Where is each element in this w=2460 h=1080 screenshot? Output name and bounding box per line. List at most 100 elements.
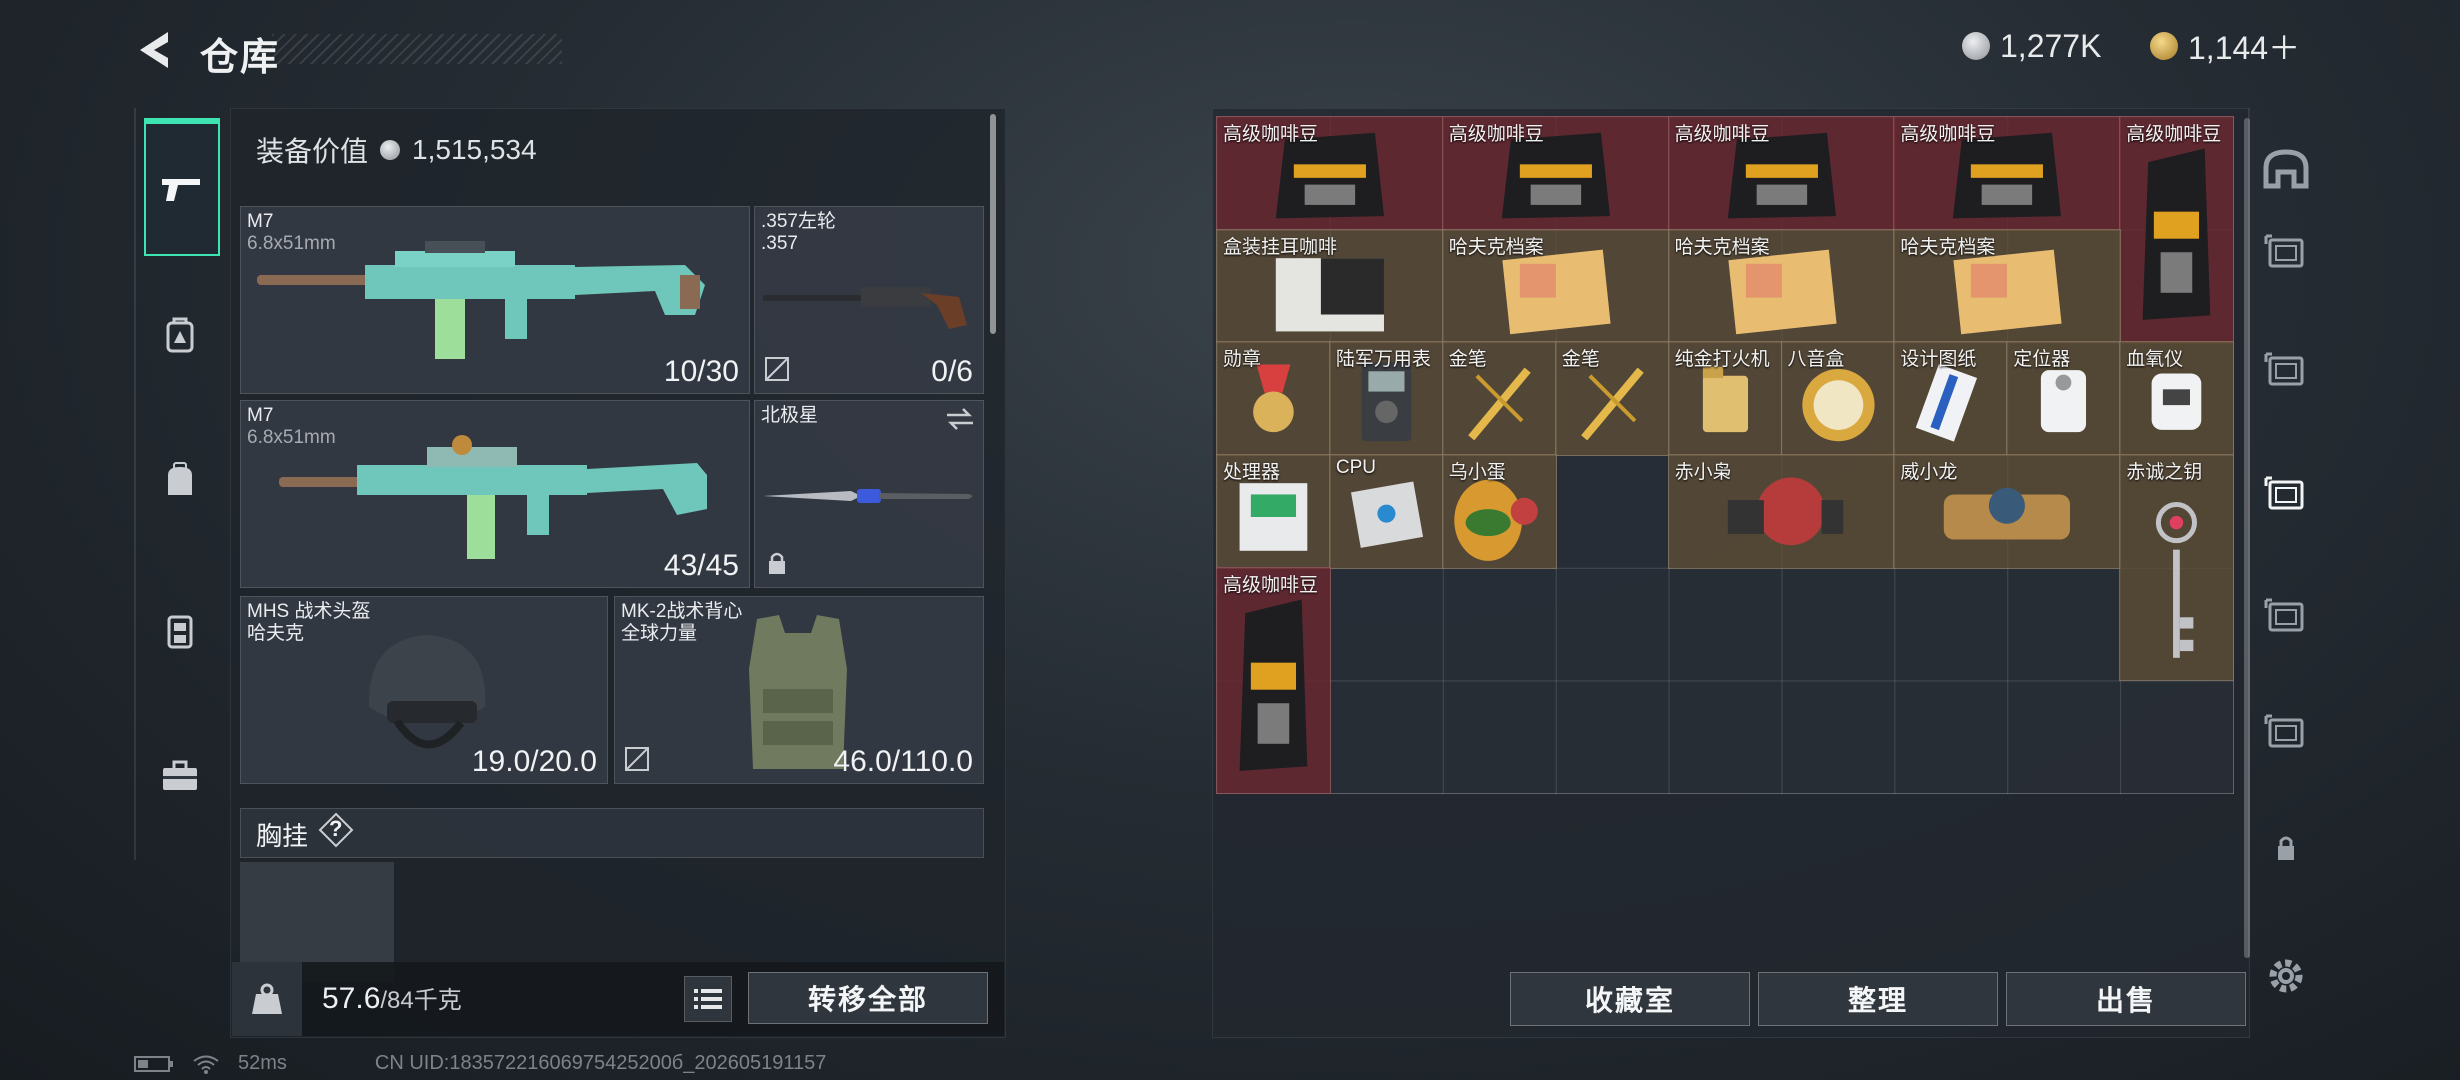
wifi-icon — [193, 1055, 219, 1074]
transfer-all-button[interactable]: 转移全部 — [748, 972, 988, 1024]
item-label: 勋章 — [1223, 349, 1262, 371]
tab-backpack[interactable] — [144, 444, 216, 516]
silver-coin-icon — [1962, 32, 1990, 60]
right-tab-stash-II[interactable] — [2258, 224, 2314, 280]
stash-IV-icon — [2264, 476, 2304, 510]
left-category-tabs — [134, 108, 228, 860]
rifle-icon — [279, 435, 707, 559]
right-tab-stash-IV-b[interactable] — [2258, 704, 2314, 760]
title-decoration — [272, 34, 562, 64]
silver-currency: 1,277K — [1962, 26, 2101, 66]
stash-item[interactable]: 处理器 — [1216, 454, 1331, 569]
helmet-durability: 19.0/20.0 — [471, 745, 597, 778]
item-label: 哈夫克档案 — [1448, 236, 1544, 258]
item-label: 哈夫克档案 — [1674, 236, 1770, 258]
armor-slot[interactable]: MK-2战术背心 全球力量 46.0/110.0 — [614, 596, 984, 784]
stash-item[interactable]: 高级咖啡豆 — [1893, 116, 2122, 231]
back-button[interactable] — [132, 28, 182, 72]
lock-icon — [2278, 836, 2294, 860]
helmet-slot[interactable]: MHS 战术头盔 哈夫克 19.0/20.0 — [240, 596, 608, 784]
armor-name: MK-2战术背心 — [621, 601, 743, 622]
tab-briefcase[interactable] — [144, 740, 216, 812]
stash-item[interactable]: 勋章 — [1216, 341, 1331, 457]
stash-item[interactable]: 设计图纸 — [1893, 341, 2009, 457]
stash-item[interactable]: CPU — [1328, 454, 1444, 569]
stash-item[interactable]: 八音盒 — [1780, 341, 1896, 457]
chest-rig-help-button[interactable]: ? — [318, 812, 354, 848]
stash-item[interactable]: 陆军万用表 — [1328, 341, 1444, 457]
stash-item[interactable]: 定位器 — [2006, 341, 2122, 457]
stash-item[interactable]: 金笔 — [1554, 341, 1670, 457]
stash-item[interactable]: 乌小蛋 — [1441, 454, 1557, 569]
revolver-icon — [763, 287, 967, 329]
item-label: 乌小蛋 — [1448, 462, 1506, 484]
equipment-value-amount: 1,515,534 — [412, 134, 537, 165]
status-bar: 52ms CN UID:18357221606975425200б_202605… — [134, 1052, 826, 1075]
swap-icon[interactable] — [945, 407, 975, 431]
pistol-icon — [162, 179, 200, 201]
gold-coin-icon — [2150, 32, 2178, 60]
tab-weapons[interactable] — [144, 118, 220, 256]
helmet-brand: 哈夫克 — [247, 623, 305, 644]
right-tab-stash-V[interactable] — [2258, 588, 2314, 644]
stash-item[interactable]: 哈夫克档案 — [1667, 228, 1896, 344]
stash-item[interactable]: 威小龙 — [1893, 454, 2122, 569]
equipment-scrollbar[interactable] — [990, 114, 996, 334]
stash-item[interactable]: 纯金打火机 — [1667, 341, 1783, 457]
stash-item[interactable]: 赤小枭 — [1667, 454, 1896, 569]
ammo-count: 43/45 — [663, 549, 739, 582]
current-weight: 57.6 — [322, 982, 381, 1015]
armor-brand: 全球力量 — [621, 623, 698, 644]
briefcase-icon — [163, 760, 197, 790]
stash-item[interactable]: 赤诚之钥 — [2119, 454, 2235, 682]
item-label: 高级咖啡豆 — [1223, 124, 1319, 145]
stash-item[interactable]: 金笔 — [1441, 341, 1557, 457]
chest-rig-label: 胸挂 — [256, 821, 309, 851]
stash-item[interactable]: 哈夫克档案 — [1441, 228, 1670, 344]
weapon-name: .357左轮 — [761, 211, 836, 232]
stash-item[interactable]: 高级咖啡豆 — [1216, 566, 1331, 795]
list-view-button[interactable] — [684, 976, 732, 1022]
item-label: 血氧仪 — [2126, 349, 2184, 371]
tab-rig[interactable] — [144, 594, 216, 666]
right-tab-stash-IV[interactable] — [2258, 466, 2314, 522]
page-title: 仓库 — [200, 37, 281, 79]
stash-item[interactable]: 高级咖啡豆 — [2119, 116, 2235, 344]
list-icon — [694, 989, 722, 1009]
sell-button[interactable]: 出售 — [2006, 972, 2246, 1026]
primary-weapon-slot-2[interactable]: M7 6.8x51mm 43/45 — [240, 400, 750, 588]
primary-weapon-slot-1[interactable]: M7 6.8x51mm 10/30 — [240, 206, 750, 394]
back-arrow-icon — [140, 32, 168, 68]
collection-room-button[interactable]: 收藏室 — [1510, 972, 1750, 1026]
sort-button[interactable]: 整理 — [1758, 972, 1998, 1026]
coffee-bag-icon — [1239, 599, 1308, 771]
right-tab-settings[interactable] — [2258, 948, 2314, 1004]
stash-item[interactable]: 哈夫克档案 — [1893, 228, 2122, 344]
ammo-count: 10/30 — [663, 355, 739, 388]
item-label: 八音盒 — [1787, 349, 1845, 371]
helmet-name: MHS 战术头盔 — [247, 601, 371, 622]
item-label: 纯金打火机 — [1674, 349, 1770, 371]
melee-weapon-slot[interactable]: 北极星 — [754, 400, 984, 588]
stash-item[interactable]: 盒装挂耳咖啡 — [1216, 228, 1444, 344]
right-tab-lock[interactable] — [2258, 822, 2314, 878]
right-tab-dome[interactable] — [2258, 144, 2314, 200]
item-label: 威小龙 — [1900, 462, 1958, 484]
stash-II-icon — [2264, 234, 2304, 268]
stash-scrollbar[interactable] — [2244, 118, 2250, 958]
tab-backpack-level[interactable] — [144, 298, 216, 370]
stash-IV-b-icon — [2264, 714, 2304, 748]
stash-item[interactable]: 高级咖啡豆 — [1667, 116, 1896, 231]
gold-currency[interactable]: 1,144＋ — [2150, 26, 2300, 66]
secondary-weapon-slot[interactable]: .357左轮 .357 0/6 — [754, 206, 984, 394]
item-label: 赤诚之钥 — [2126, 462, 2203, 484]
stash-item[interactable]: 高级咖啡豆 — [1216, 116, 1444, 231]
right-tab-stash-III[interactable] — [2258, 342, 2314, 398]
rig-icon — [167, 615, 193, 649]
item-label: 高级咖啡豆 — [1674, 124, 1770, 145]
stash-item[interactable]: 血氧仪 — [2119, 341, 2235, 457]
stash-III-icon — [2264, 352, 2304, 386]
rifle-icon — [257, 241, 705, 359]
settings-icon — [2269, 959, 2303, 993]
stash-item[interactable]: 高级咖啡豆 — [1441, 116, 1670, 231]
